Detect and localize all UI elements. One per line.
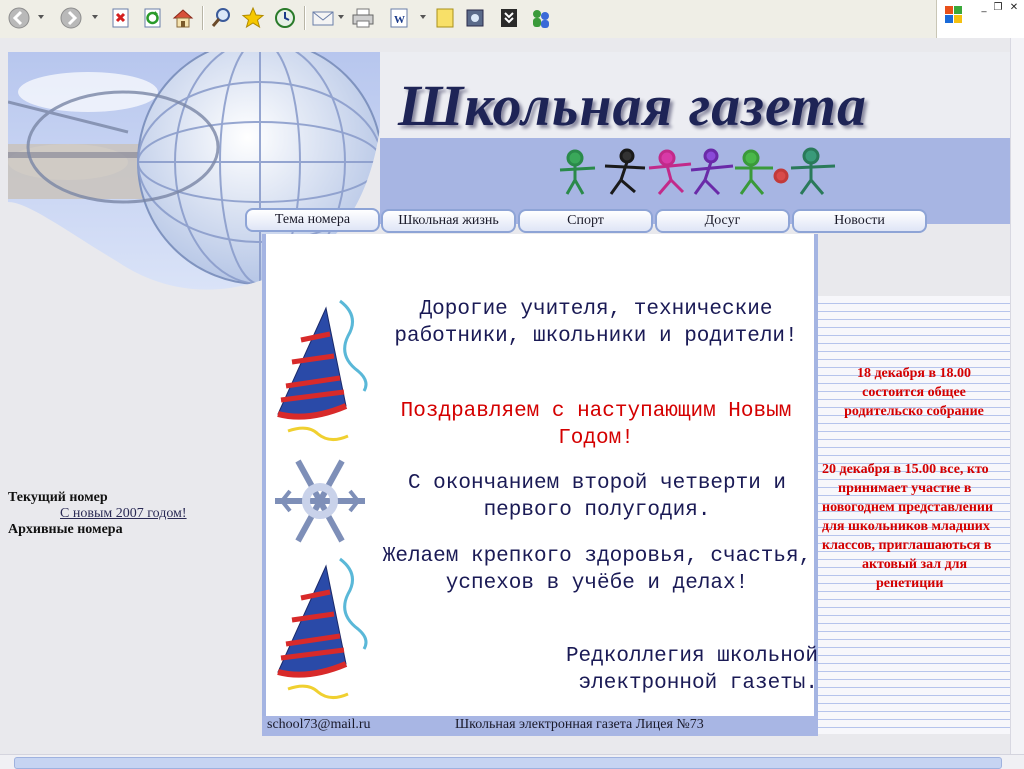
page-footer: school73@mail.ru Школьная электронная га… (262, 716, 818, 736)
mail-dropdown-icon[interactable] (338, 15, 344, 19)
svg-text:W: W (394, 14, 405, 26)
nav-tab-sport[interactable]: Спорт (518, 209, 653, 233)
research-icon[interactable] (462, 5, 488, 31)
messenger2-icon[interactable] (528, 5, 554, 31)
announcement-line: актовый зал для (862, 557, 968, 572)
browser-toolbar: W _ ❐ ✕ (0, 0, 1024, 39)
page-title: Школьная газета (398, 73, 868, 138)
congrats-text: Поздравляем с наступающим Новым Годом! (400, 400, 792, 450)
history-icon[interactable] (272, 5, 298, 31)
nav-tab-topic[interactable]: Тема номера (245, 208, 380, 232)
nav-tab-label: Новости (834, 213, 885, 228)
announcement-line: 20 декабря в 15.00 все, кто (822, 462, 989, 477)
forward-icon[interactable] (58, 5, 84, 31)
window-controls: _ ❐ ✕ (936, 0, 1024, 38)
announcement-line: принимает участие в (838, 481, 972, 496)
stop-icon[interactable] (108, 5, 134, 31)
vertical-scrollbar[interactable] (1010, 38, 1024, 754)
nav-tab-label: Досуг (704, 213, 741, 228)
announcement-2: 20 декабря в 15.00 все, кто принимает уч… (818, 460, 1010, 593)
mail-icon[interactable] (310, 5, 336, 31)
wishes-text: Желаем крепкого здоровья, счастья, успех… (382, 545, 812, 595)
archive-label[interactable]: Архивные номера (8, 522, 258, 538)
announcement-line: для школьников младших (822, 519, 990, 534)
nav-tab-news[interactable]: Новости (792, 209, 927, 233)
footer-credit: Школьная электронная газета Лицея №73 (455, 717, 704, 732)
horizontal-scroll-thumb[interactable] (14, 757, 1002, 769)
announcement-line: состоится общее (862, 385, 966, 400)
nav-tab-leisure[interactable]: Досуг (655, 209, 790, 233)
current-issue-link[interactable]: С новым 2007 годом! (60, 506, 258, 522)
back-dropdown-icon[interactable] (38, 15, 44, 19)
edit-dropdown-icon[interactable] (420, 15, 426, 19)
announcement-line: родительско собрание (844, 404, 984, 419)
favorites-icon[interactable] (240, 5, 266, 31)
signature-text: Редколлегия школьной электронной газеты. (565, 645, 818, 695)
announcement-line: 18 декабря в 18.00 (856, 366, 972, 381)
footer-email: school73@mail.ru (267, 717, 371, 732)
messenger-icon[interactable] (496, 5, 522, 31)
horizontal-scrollbar[interactable] (0, 754, 1024, 769)
greeting-text: Дорогие учителя, технические работники, … (394, 298, 798, 348)
forward-dropdown-icon[interactable] (92, 15, 98, 19)
nav-tab-label: Школьная жизнь (398, 213, 499, 228)
back-icon[interactable] (6, 5, 32, 31)
minimize-button[interactable]: _ (977, 2, 991, 14)
close-button[interactable]: ✕ (1007, 2, 1021, 14)
edit-icon[interactable]: W (386, 5, 412, 31)
refresh-icon[interactable] (140, 5, 166, 31)
search-icon[interactable] (208, 5, 234, 31)
party-hat-icon (277, 299, 368, 441)
party-hat-icon (277, 557, 368, 699)
new-year-decorations (268, 296, 374, 710)
restore-button[interactable]: ❐ (991, 2, 1005, 14)
issues-sidebar: Текущий номер С новым 2007 годом! Архивн… (8, 490, 258, 538)
announcement-1: 18 декабря в 18.00 состоится общее родит… (818, 364, 1010, 421)
nav-tab-label: Спорт (567, 213, 604, 228)
web-page: Школьная газета Тема номера Школьная жиз… (0, 38, 1010, 754)
dancing-figures-image (545, 146, 845, 198)
discuss-icon[interactable] (432, 5, 458, 31)
announcement-line: новогоднем представлении (822, 500, 994, 515)
windows-logo-icon (943, 3, 963, 23)
quarter-text: С окончанием второй четверти и первого п… (407, 472, 787, 522)
nav-tab-school-life[interactable]: Школьная жизнь (381, 209, 516, 233)
home-icon[interactable] (170, 5, 196, 31)
print-icon[interactable] (350, 5, 376, 31)
announcement-line: классов, приглашаються в (822, 538, 992, 553)
nav-tab-label: Тема номера (274, 212, 351, 227)
announcements-panel: 18 декабря в 18.00 состоится общее родит… (818, 296, 1010, 734)
announcement-line: репетиции (876, 576, 944, 591)
snowflake-icon (275, 459, 365, 543)
current-issue-label: Текущий номер (8, 490, 108, 505)
